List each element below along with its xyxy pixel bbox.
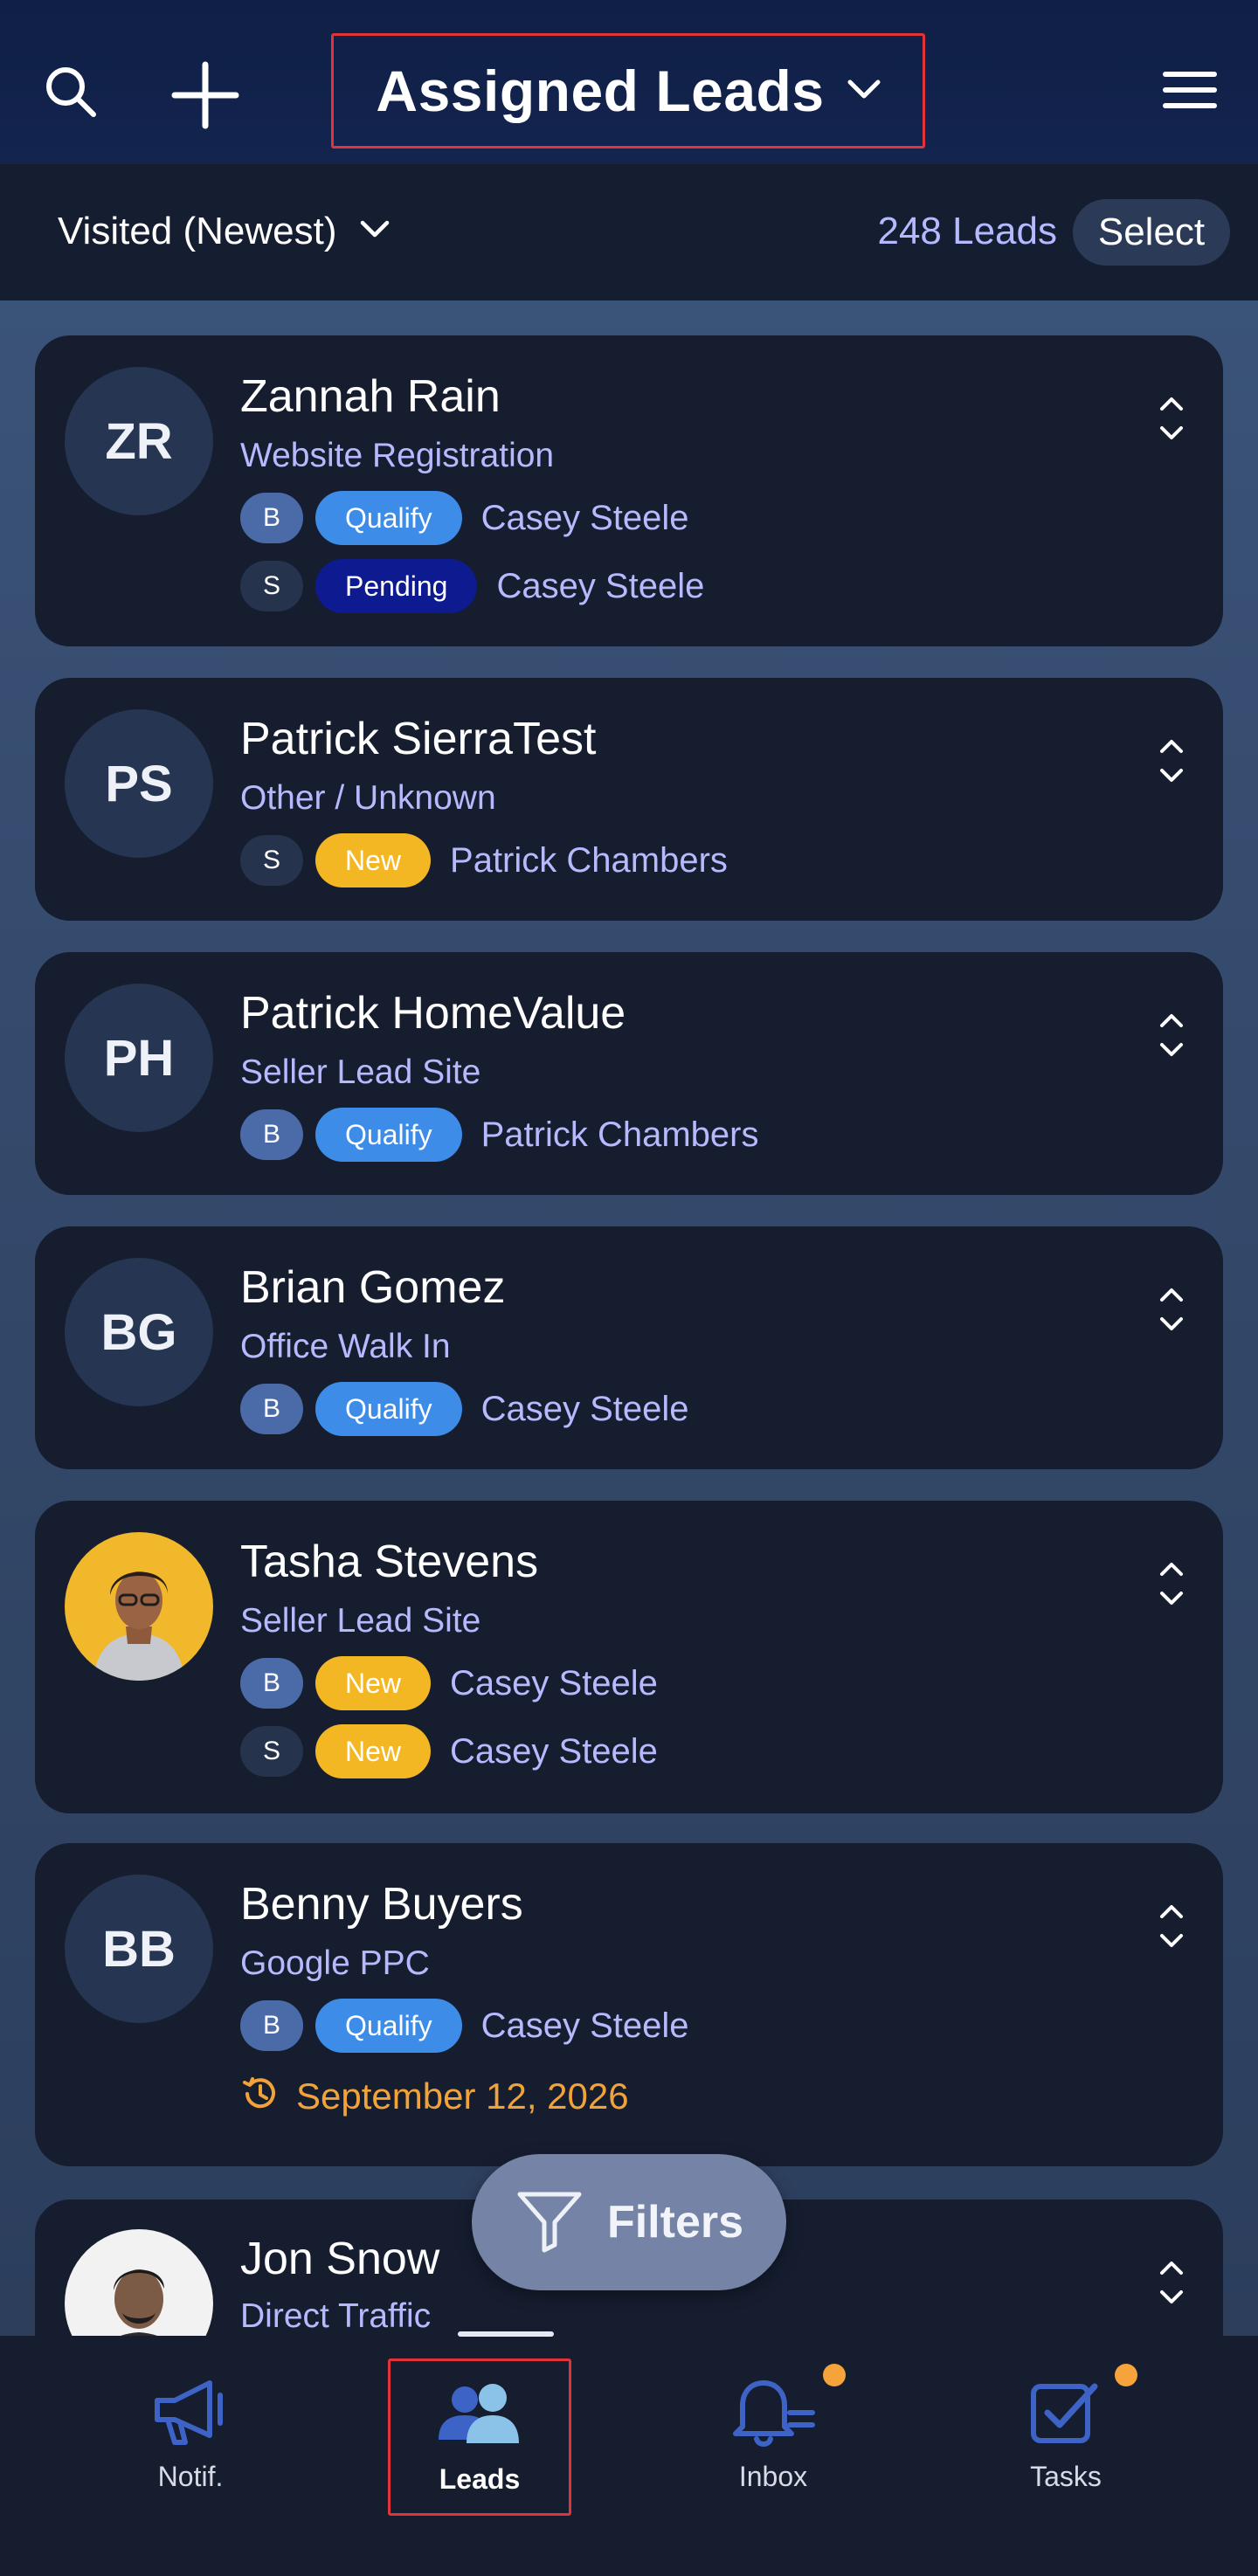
status-badge: New [315,1724,432,1778]
expand-collapse-icon[interactable] [1158,1901,1185,1956]
assignment-row: B Qualify Patrick Chambers [240,1108,758,1162]
megaphone-icon [149,2374,232,2454]
lead-name: Zannah Rain [240,371,501,422]
chevron-down-icon [847,79,881,104]
funnel-icon [515,2187,584,2258]
expand-collapse-icon[interactable] [1158,1010,1185,1065]
agent-name: Casey Steele [450,1663,658,1702]
assignment-row: S Pending Casey Steele [240,559,704,613]
follow-up-date: September 12, 2026 [240,2074,629,2118]
bell-icon [725,2374,821,2454]
date-text: September 12, 2026 [296,2075,629,2117]
agent-name: Patrick Chambers [480,1115,759,1154]
status-badge: Qualify [315,1382,462,1436]
lead-card[interactable]: BG Brian Gomez Office Walk In B Qualify … [35,1226,1223,1469]
agent-name: Casey Steele [450,1731,658,1771]
sort-dropdown[interactable]: Visited (Newest) [58,210,390,253]
role-badge: S [240,835,303,886]
avatar: PH [65,984,213,1132]
select-button[interactable]: Select [1073,199,1230,266]
lead-name: Jon Snow [240,2234,440,2284]
role-badge: B [240,493,303,543]
scroll-indicator [458,2331,554,2337]
nav-label: Notif. [157,2461,224,2492]
lead-card[interactable]: PH Patrick HomeValue Seller Lead Site B … [35,952,1223,1195]
history-clock-icon [240,2074,280,2118]
lead-source: Office Walk In [240,1328,451,1365]
lead-source: Direct Traffic [240,2297,432,2335]
avatar: ZR [65,367,213,515]
status-badge: Qualify [315,491,462,545]
lead-source: Other / Unknown [240,779,496,817]
role-badge: B [240,2000,303,2051]
lead-card[interactable]: Tasha Stevens Seller Lead Site B New Cas… [35,1501,1223,1813]
filters-button[interactable]: Filters [472,2154,786,2290]
lead-source: Seller Lead Site [240,1602,481,1640]
agent-name: Casey Steele [480,1389,689,1428]
role-badge: B [240,1658,303,1709]
agent-name: Casey Steele [496,566,705,605]
status-badge: Qualify [315,1999,462,2053]
role-badge: S [240,1726,303,1777]
lead-source: Google PPC [240,1944,430,1982]
expand-collapse-icon[interactable] [1158,1284,1185,1339]
lead-card[interactable]: ZR Zannah Rain Website Registration B Qu… [35,335,1223,646]
status-badge: New [315,833,432,887]
agent-name: Patrick Chambers [450,840,728,880]
lead-name: Patrick HomeValue [240,988,626,1039]
sort-label: Visited (Newest) [58,210,337,252]
lead-source: Seller Lead Site [240,1053,481,1091]
assignment-row: S New Casey Steele [240,1724,658,1778]
lead-name: Tasha Stevens [240,1537,539,1587]
assignment-row: B Qualify Casey Steele [240,1999,689,2053]
role-badge: B [240,1384,303,1434]
assignment-row: B Qualify Casey Steele [240,1382,689,1436]
nav-item-notifications[interactable]: Notif. [99,2358,282,2516]
status-badge: Pending [315,559,478,613]
status-badge: Qualify [315,1108,462,1162]
nav-label: Tasks [1030,2461,1102,2492]
avatar: BB [65,1875,213,2023]
status-badge: New [315,1656,432,1710]
plus-icon[interactable] [169,59,241,131]
page-title-dropdown[interactable]: Assigned Leads [331,33,925,148]
filters-label: Filters [606,2197,744,2248]
inbox-notification-dot [823,2364,846,2386]
lead-name: Brian Gomez [240,1262,506,1313]
lead-card[interactable]: PS Patrick SierraTest Other / Unknown S … [35,678,1223,921]
lead-count: 248 Leads [877,210,1057,252]
role-badge: B [240,1109,303,1160]
expand-collapse-icon[interactable] [1158,393,1185,448]
lead-card[interactable]: BB Benny Buyers Google PPC B Qualify Cas… [35,1843,1223,2166]
avatar-photo [65,1532,213,1681]
expand-collapse-icon[interactable] [1158,1558,1185,1613]
lead-name: Benny Buyers [240,1879,523,1930]
nav-label: Leads [439,2463,521,2495]
people-icon [432,2377,528,2456]
checkbox-icon [1026,2374,1105,2454]
role-badge: S [240,561,303,611]
lead-name: Patrick SierraTest [240,714,597,764]
chevron-down-icon [360,220,390,244]
assignment-row: B Qualify Casey Steele [240,491,689,545]
nav-item-leads[interactable]: Leads [388,2358,571,2516]
avatar: BG [65,1258,213,1406]
nav-label: Inbox [738,2461,808,2492]
expand-collapse-icon[interactable] [1158,736,1185,791]
page-title: Assigned Leads [376,59,825,123]
hamburger-menu-icon[interactable] [1162,68,1218,112]
avatar: PS [65,709,213,858]
assignment-row: B New Casey Steele [240,1656,658,1710]
search-icon[interactable] [40,61,101,122]
tasks-notification-dot [1115,2364,1137,2386]
avatar-photo [65,2229,213,2336]
agent-name: Casey Steele [480,2006,689,2045]
expand-collapse-icon[interactable] [1158,2257,1185,2312]
assignment-row: S New Patrick Chambers [240,833,728,887]
lead-source: Website Registration [240,437,555,474]
agent-name: Casey Steele [480,498,689,537]
